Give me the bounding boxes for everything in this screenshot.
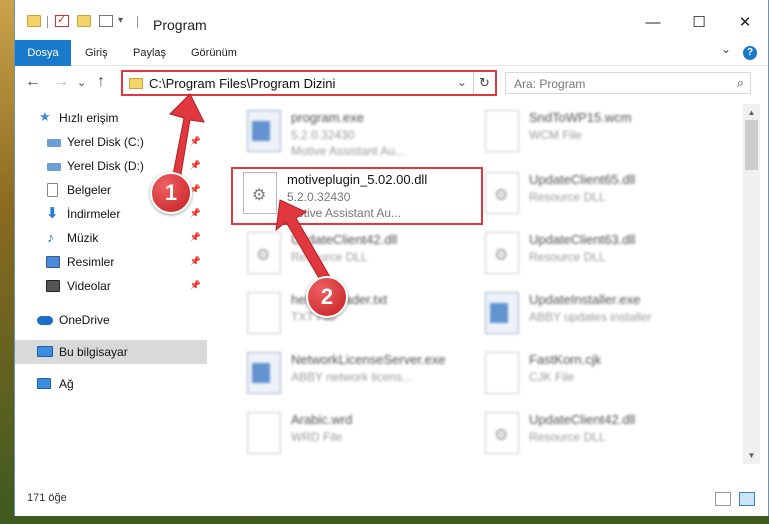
step-badge-2: 2 (306, 276, 348, 318)
step-badge-1: 1 (150, 172, 192, 214)
annotation-arrows (169, 93, 335, 291)
